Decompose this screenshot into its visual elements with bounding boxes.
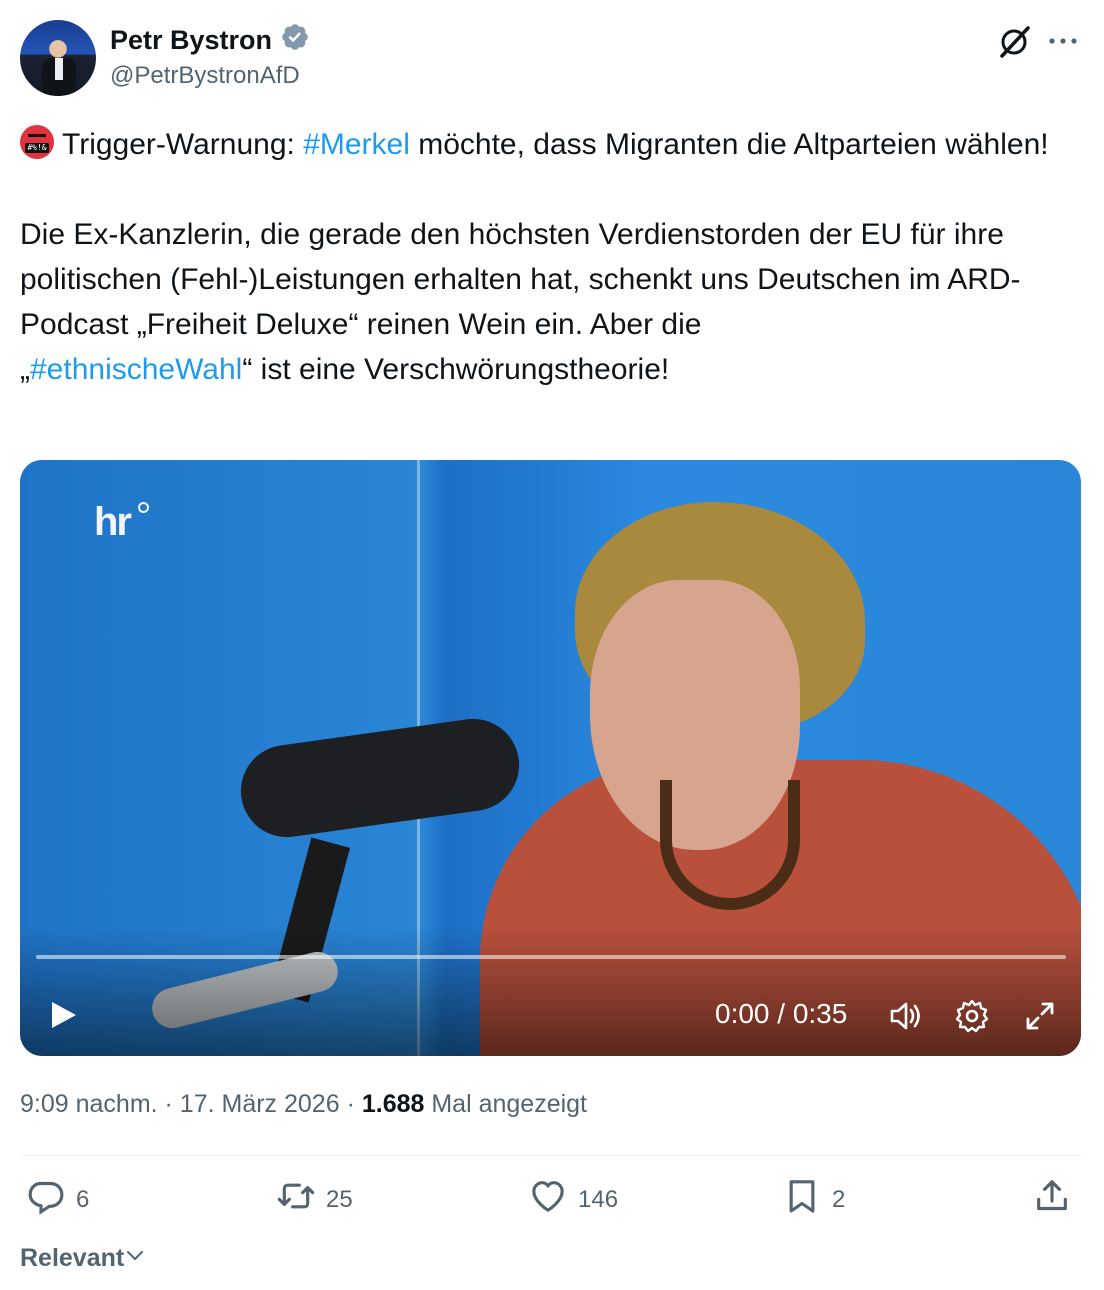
tweet-quote-open: „ [20,353,30,386]
divider [20,1155,1081,1156]
like-count: 146 [578,1185,619,1213]
reply-button[interactable]: 6 [26,1176,89,1223]
fullscreen-icon[interactable] [1020,996,1060,1036]
author-name[interactable]: Petr Bystron [110,22,310,59]
microphone [234,712,526,844]
view-count: 1.688 [361,1090,425,1118]
tweet-line1-prefix: Trigger-Warnung: [62,128,304,161]
view-count-label: Mal angezeigt [424,1090,588,1118]
share-icon [1032,1176,1072,1223]
author-handle[interactable]: @PetrBystronAfD [110,62,300,90]
bookmark-count: 2 [832,1185,846,1213]
broadcaster-logo-dot [138,502,149,513]
chevron-down-icon [124,1244,146,1273]
author-name-text[interactable]: Petr Bystron [110,25,272,56]
more-options-icon[interactable] [1046,26,1080,56]
hashtag-ethnischewahl-link[interactable]: #ethnischeWahl [30,353,242,386]
tweet-timestamp[interactable]: 9:09 nachm. · 17. März 2026 · [20,1090,362,1118]
broadcaster-logo: hr [94,500,132,544]
emoji-symbols: #%!& [25,143,49,153]
repost-count: 25 [326,1185,353,1213]
reply-icon [26,1176,66,1223]
share-button[interactable] [1032,1176,1072,1223]
repost-icon [276,1176,316,1223]
video-player[interactable]: hr 0:00 / 0:35 [20,460,1081,1056]
hashtag-merkel-link[interactable]: #Merkel [303,128,410,161]
tweet-meta: 9:09 nachm. · 17. März 2026 · 1.688 Mal … [20,1090,587,1119]
bookmark-button[interactable]: 2 [782,1176,845,1223]
tweet-para2-part2: “ ist eine Verschwörungstheorie! [242,353,670,386]
cursing-face-emoji-icon: #%!& [20,125,54,159]
bookmark-icon [782,1176,822,1223]
verified-badge-icon [280,22,310,59]
repost-button[interactable]: 25 [276,1176,353,1223]
grok-icon[interactable] [996,24,1032,60]
video-progress-bar[interactable] [36,955,1066,959]
like-button[interactable]: 146 [528,1176,618,1223]
tweet-line1-suffix: möchte, dass Migranten die Altparteien w… [409,128,1049,161]
video-time: 0:00 / 0:35 [715,998,848,1029]
sort-label: Relevant [20,1244,125,1272]
settings-gear-icon[interactable] [952,996,992,1036]
action-bar: 6 25 146 2 [0,1176,1104,1226]
tweet-para2-part1: Die Ex-Kanzlerin, die gerade den höchste… [20,218,1021,341]
reply-sort-dropdown[interactable]: Relevant [20,1244,146,1273]
volume-icon[interactable] [886,996,926,1036]
tweet-text: #%!& Trigger-Warnung: #Merkel möchte, da… [20,122,1090,392]
avatar[interactable] [20,20,96,96]
reply-count: 6 [76,1185,90,1213]
play-icon[interactable] [46,998,80,1032]
heart-icon [528,1176,568,1223]
video-controls-shade [20,926,1081,1056]
